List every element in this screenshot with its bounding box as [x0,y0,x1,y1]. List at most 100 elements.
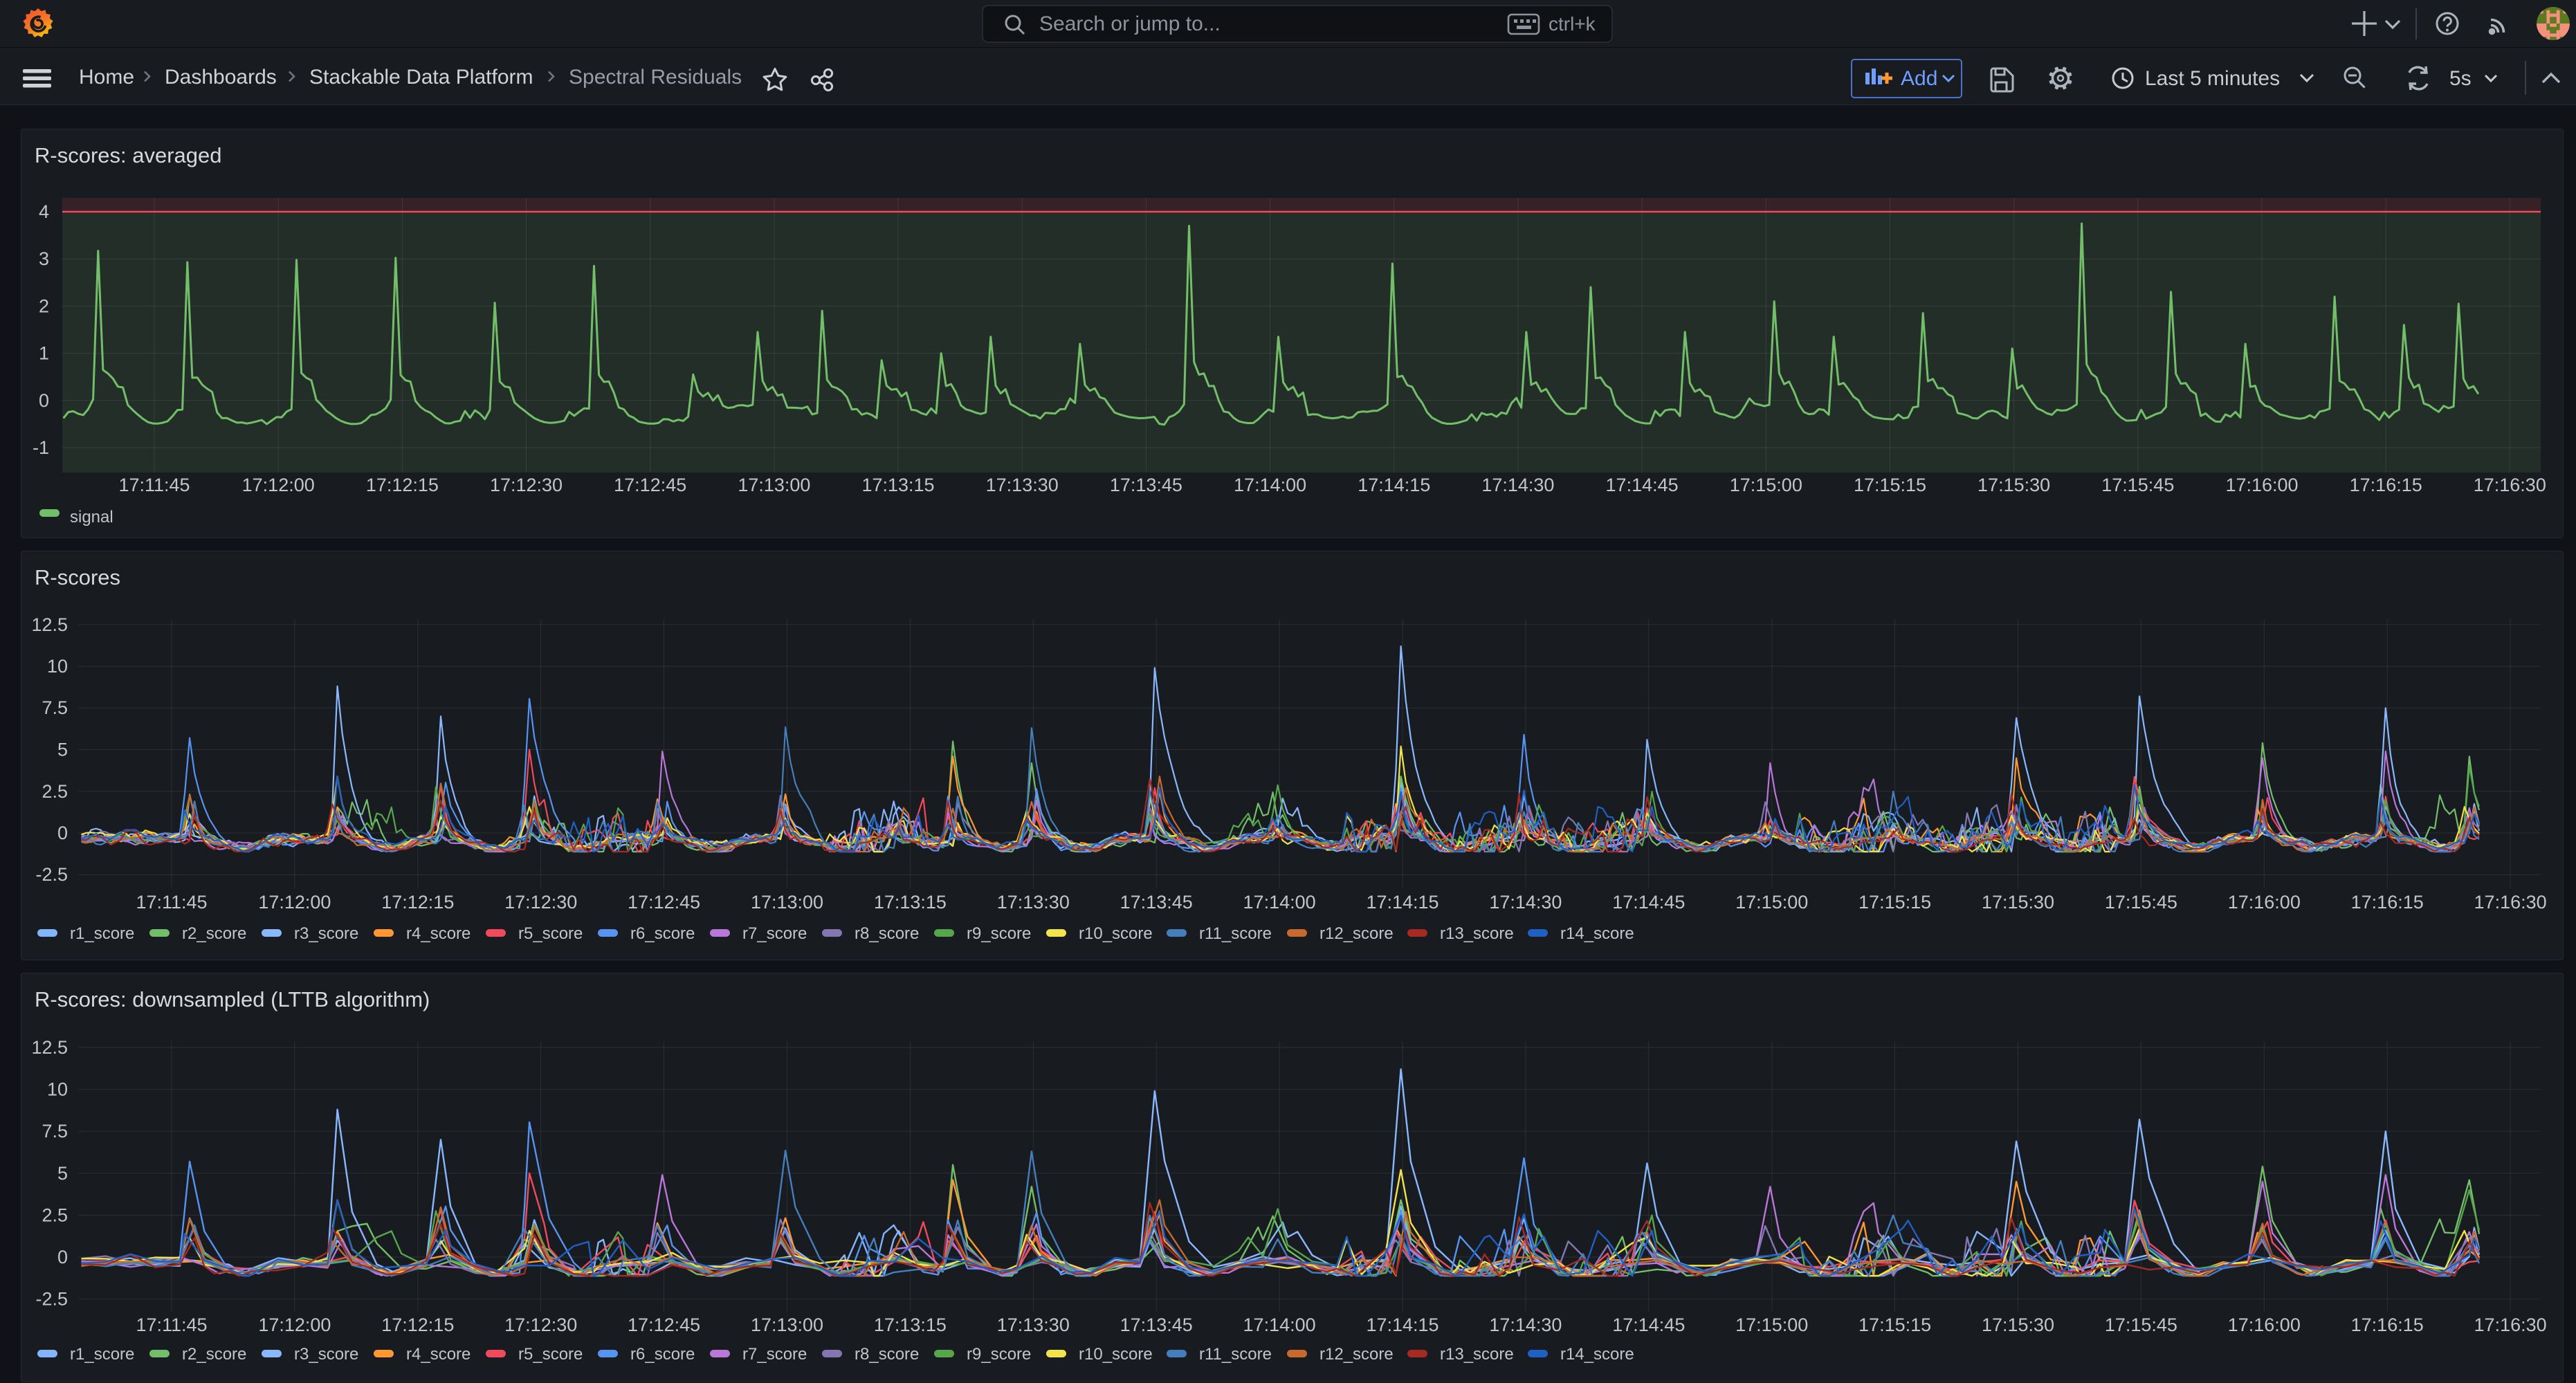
svg-text:17:13:00: 17:13:00 [738,475,810,495]
svg-text:17:12:45: 17:12:45 [628,1315,700,1335]
svg-text:17:15:00: 17:15:00 [1730,475,1802,495]
svg-text:Dashboards: Dashboards [165,66,277,89]
svg-text:17:16:15: 17:16:15 [2351,1315,2424,1335]
svg-text:2: 2 [39,295,49,316]
svg-text:17:12:15: 17:12:15 [366,475,439,495]
svg-text:17:13:15: 17:13:15 [861,475,934,495]
svg-text:17:15:00: 17:15:00 [1735,892,1808,913]
svg-text:17:13:45: 17:13:45 [1120,1315,1193,1335]
svg-text:r7_score: r7_score [742,924,807,943]
svg-text:r6_score: r6_score [630,1345,695,1364]
svg-text:0: 0 [57,823,68,843]
svg-text:r14_score: r14_score [1560,924,1634,943]
svg-text:10: 10 [47,656,68,677]
svg-text:-2.5: -2.5 [35,864,68,885]
svg-text:r7_score: r7_score [742,1345,807,1364]
svg-text:17:16:00: 17:16:00 [2225,475,2298,495]
svg-text:17:14:30: 17:14:30 [1489,892,1562,913]
svg-text:17:12:15: 17:12:15 [381,892,454,913]
svg-text:17:14:00: 17:14:00 [1243,1315,1316,1335]
svg-text:17:16:15: 17:16:15 [2350,475,2422,495]
svg-text:2.5: 2.5 [42,781,68,802]
svg-text:5: 5 [57,1163,68,1184]
svg-text:Search or jump to...: Search or jump to... [1039,12,1221,35]
svg-text:0: 0 [57,1247,68,1267]
svg-text:r5_score: r5_score [518,1345,583,1364]
svg-text:10: 10 [47,1079,68,1100]
svg-text:Last 5 minutes: Last 5 minutes [2145,67,2280,90]
svg-text:17:14:15: 17:14:15 [1366,892,1438,913]
svg-text:r2_score: r2_score [182,1345,246,1364]
svg-text:17:12:30: 17:12:30 [504,1315,577,1335]
svg-text:17:13:00: 17:13:00 [751,892,823,913]
svg-text:17:13:00: 17:13:00 [751,1315,823,1335]
svg-text:Home: Home [79,66,134,89]
svg-text:r5_score: r5_score [518,924,583,943]
svg-text:r14_score: r14_score [1560,1345,1634,1364]
svg-text:r9_score: r9_score [967,1345,1031,1364]
svg-text:17:14:45: 17:14:45 [1606,475,1679,495]
svg-text:17:14:15: 17:14:15 [1358,475,1430,495]
svg-text:r11_score: r11_score [1199,1345,1272,1364]
svg-text:-1: -1 [33,437,49,458]
svg-text:17:14:00: 17:14:00 [1243,892,1316,913]
svg-text:17:16:15: 17:16:15 [2351,892,2424,913]
svg-text:17:15:45: 17:15:45 [2105,892,2177,913]
svg-text:17:14:30: 17:14:30 [1481,475,1554,495]
svg-text:17:15:45: 17:15:45 [2105,1315,2177,1335]
svg-text:17:12:15: 17:12:15 [381,1315,454,1335]
svg-text:17:13:15: 17:13:15 [874,1315,947,1335]
svg-text:17:16:00: 17:16:00 [2228,892,2301,913]
svg-text:17:15:30: 17:15:30 [1982,1315,2054,1335]
svg-text:7.5: 7.5 [42,697,68,718]
svg-text:17:16:30: 17:16:30 [2474,475,2546,495]
svg-text:17:16:30: 17:16:30 [2474,1315,2547,1335]
svg-text:Spectral Residuals: Spectral Residuals [569,66,742,89]
svg-text:Add: Add [1901,67,1937,90]
svg-text:17:15:30: 17:15:30 [1982,892,2054,913]
svg-text:5: 5 [57,740,68,760]
svg-text:17:15:15: 17:15:15 [1858,892,1931,913]
svg-text:0: 0 [39,390,49,411]
svg-text:17:13:45: 17:13:45 [1110,475,1182,495]
svg-text:17:15:00: 17:15:00 [1735,1315,1808,1335]
svg-text:3: 3 [39,248,49,269]
svg-text:4: 4 [39,201,49,222]
svg-text:17:13:30: 17:13:30 [997,892,1070,913]
svg-text:r10_score: r10_score [1079,924,1153,943]
svg-text:17:12:45: 17:12:45 [628,892,700,913]
svg-text:r13_score: r13_score [1440,924,1514,943]
svg-text:signal: signal [70,508,113,526]
svg-text:r6_score: r6_score [630,924,695,943]
svg-text:17:15:30: 17:15:30 [1977,475,2050,495]
svg-text:17:15:15: 17:15:15 [1858,1315,1931,1335]
svg-text:7.5: 7.5 [42,1121,68,1142]
svg-text:17:13:15: 17:13:15 [874,892,947,913]
svg-text:ctrl+k: ctrl+k [1549,13,1596,35]
svg-text:17:12:00: 17:12:00 [258,1315,331,1335]
svg-text:r11_score: r11_score [1199,924,1272,943]
svg-text:r3_score: r3_score [294,924,358,943]
svg-text:r10_score: r10_score [1079,1345,1153,1364]
svg-text:r13_score: r13_score [1440,1345,1514,1364]
svg-text:17:15:45: 17:15:45 [2101,475,2174,495]
svg-text:r12_score: r12_score [1319,1345,1394,1364]
svg-text:r8_score: r8_score [855,1345,919,1364]
svg-text:17:12:00: 17:12:00 [242,475,315,495]
svg-text:17:14:45: 17:14:45 [1612,1315,1685,1335]
svg-text:12.5: 12.5 [31,1037,68,1058]
svg-text:r4_score: r4_score [406,1345,471,1364]
svg-text:r2_score: r2_score [182,924,246,943]
svg-text:Stackable Data Platform: Stackable Data Platform [309,66,533,89]
svg-text:17:11:45: 17:11:45 [136,892,207,913]
svg-text:17:14:45: 17:14:45 [1612,892,1685,913]
svg-text:17:14:30: 17:14:30 [1489,1315,1562,1335]
svg-text:17:16:00: 17:16:00 [2228,1315,2301,1335]
svg-text:17:13:30: 17:13:30 [986,475,1059,495]
svg-text:17:12:30: 17:12:30 [504,892,577,913]
svg-text:2.5: 2.5 [42,1205,68,1225]
svg-text:17:11:45: 17:11:45 [136,1315,207,1335]
svg-text:17:11:45: 17:11:45 [118,475,190,495]
svg-text:r1_score: r1_score [70,924,134,943]
svg-text:17:13:30: 17:13:30 [997,1315,1070,1335]
